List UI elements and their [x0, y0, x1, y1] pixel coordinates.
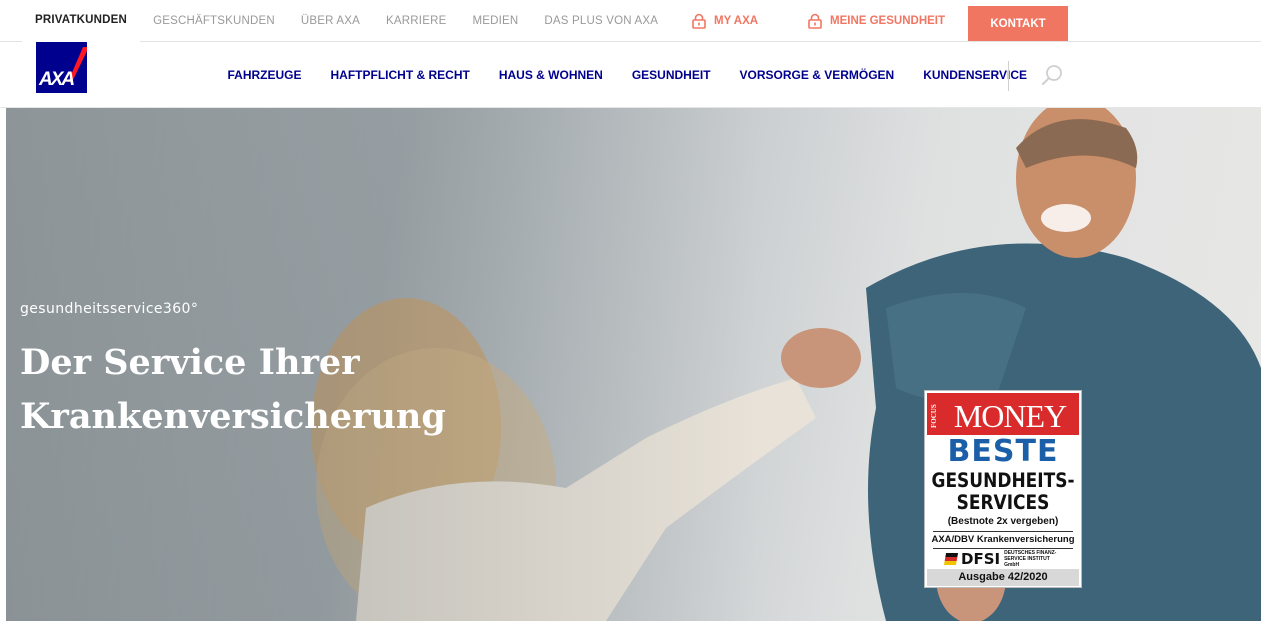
- main-nav: FAHRZEUGE HAFTPFLICHT & RECHT HAUS & WOH…: [213, 42, 1042, 108]
- mainnav-item-gesundheit[interactable]: GESUNDHEIT: [617, 68, 725, 82]
- meine-gesundheit-link[interactable]: MEINE GESUNDHEIT: [808, 0, 945, 42]
- top-utility-bar: PRIVATKUNDEN GESCHÄFTSKUNDEN ÜBER AXA KA…: [0, 0, 1261, 42]
- top-nav: PRIVATKUNDEN GESCHÄFTSKUNDEN ÜBER AXA KA…: [22, 0, 671, 42]
- nav-divider: [1008, 61, 1009, 91]
- badge-line2: SERVICES: [956, 491, 1050, 515]
- search-icon[interactable]: [1040, 63, 1064, 87]
- badge-divider: [933, 548, 1073, 549]
- badge-dfsi: DFSI DEUTSCHES FINANZ-SERVICE INSTITUT G…: [943, 550, 1064, 568]
- mainnav-item-kundenservice[interactable]: KUNDENSERVICE: [909, 68, 1042, 82]
- mainnav-item-haftpflicht-recht[interactable]: HAFTPFLICHT & RECHT: [316, 68, 484, 82]
- badge-beste: BESTE: [947, 434, 1059, 469]
- badge-insurer: AXA/DBV Krankenversicherung: [931, 534, 1075, 545]
- badge-issue: Ausgabe 42/2020: [927, 569, 1079, 586]
- my-axa-link[interactable]: MY AXA: [692, 0, 758, 42]
- mainnav-item-fahrzeuge[interactable]: FAHRZEUGE: [213, 68, 316, 82]
- badge-header: FOCUS MONEY: [927, 393, 1079, 435]
- badge-dfsi-label: DFSI: [961, 550, 1001, 568]
- lock-icon: [808, 13, 822, 29]
- kontakt-button[interactable]: KONTAKT: [968, 6, 1068, 41]
- hero-title: Der Service Ihrer Krankenversicherung: [20, 342, 446, 437]
- topnav-item-medien[interactable]: MEDIEN: [459, 0, 531, 42]
- topnav-item-das-plus-von-axa[interactable]: DAS PLUS VON AXA: [531, 0, 671, 42]
- topnav-item-ueber-axa[interactable]: ÜBER AXA: [288, 0, 373, 42]
- mainnav-item-vorsorge-vermoegen[interactable]: VORSORGE & VERMÖGEN: [725, 68, 909, 82]
- german-flag-icon: [943, 553, 959, 565]
- badge-line1: GESUNDHEITS-: [931, 469, 1075, 493]
- topnav-item-privatkunden[interactable]: PRIVATKUNDEN: [22, 0, 141, 42]
- topnav-item-karriere[interactable]: KARRIERE: [373, 0, 459, 42]
- logo-text: AXA: [39, 69, 75, 90]
- badge-divider: [933, 531, 1073, 532]
- badge-money-label: MONEY: [953, 398, 1067, 434]
- badge-dfsi-sub: DEUTSCHES FINANZ-SERVICE INSTITUT GmbH: [1004, 550, 1057, 568]
- badge-note: (Bestnote 2x vergeben): [947, 516, 1059, 527]
- lock-icon: [692, 13, 706, 29]
- focus-money-award-badge: FOCUS MONEY BESTE GESUNDHEITS- SERVICES …: [924, 390, 1082, 588]
- meine-gesundheit-label: MEINE GESUNDHEIT: [830, 15, 946, 27]
- hero-subtitle: gesundheitsservice360°: [20, 301, 199, 317]
- badge-focus-label: FOCUS: [930, 404, 938, 428]
- axa-logo[interactable]: AXA: [36, 42, 87, 93]
- mainnav-item-haus-wohnen[interactable]: HAUS & WOHNEN: [484, 68, 617, 82]
- my-axa-label: MY AXA: [714, 15, 759, 27]
- topnav-item-geschaeftskunden[interactable]: GESCHÄFTSKUNDEN: [140, 0, 288, 42]
